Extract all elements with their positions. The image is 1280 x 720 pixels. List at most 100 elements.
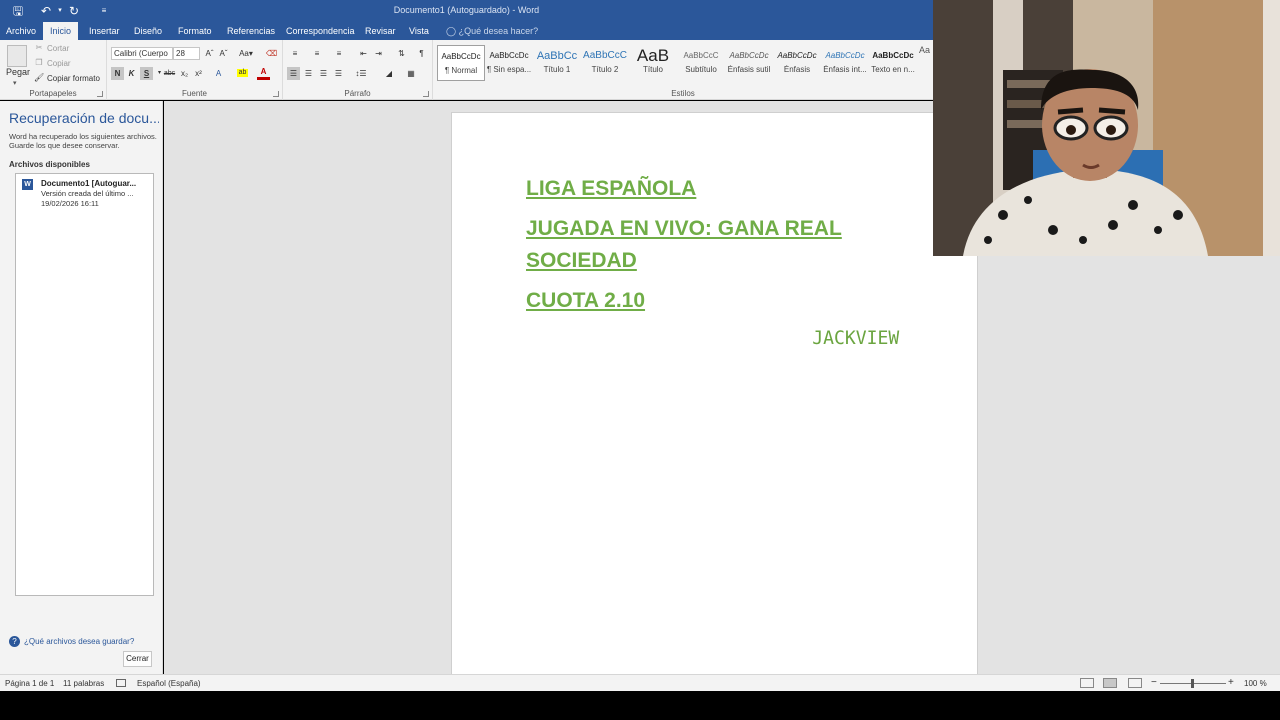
tab-vista[interactable]: Vista (403, 22, 435, 40)
which-files-help-link[interactable]: ? ¿Qué archivos desea guardar? (9, 636, 134, 647)
group-font: Calibri (Cuerpo 28 Aˆ Aˇ Aa▾ ⌫ N K S ▾ a… (107, 40, 283, 100)
tell-me-text: ¿Qué desea hacer? (458, 26, 539, 36)
sort-icon[interactable]: ⇅ (395, 47, 408, 60)
web-layout-icon[interactable] (1128, 678, 1142, 688)
tell-me-box[interactable]: ◯ ¿Qué desea hacer? (446, 22, 538, 40)
zoom-slider-thumb[interactable] (1191, 679, 1194, 688)
tab-referencias[interactable]: Referencias (221, 22, 281, 40)
font-launcher-icon[interactable] (273, 91, 279, 97)
tab-formato[interactable]: Formato (172, 22, 218, 40)
webcam-overlay (933, 0, 1280, 256)
zoom-in-button[interactable]: + (1228, 677, 1234, 688)
increase-indent-icon[interactable]: ⇥ (372, 47, 385, 60)
shading-icon[interactable]: ◢ (380, 67, 398, 80)
page-count[interactable]: Página 1 de 1 (5, 679, 54, 688)
title-bar: 🖫 ↶ ▾ ↻ ≡ Documento1 (Autoguardado) - Wo… (0, 0, 933, 22)
style-heading-2[interactable]: AaBbCcC Título 2 (581, 45, 629, 81)
document-line-2[interactable]: JUGADA EN VIVO: GANA REAL (526, 213, 842, 245)
proofing-icon[interactable] (116, 679, 126, 687)
numbering-icon[interactable]: ≡ (309, 47, 325, 60)
available-files-label: Archivos disponibles (9, 160, 90, 169)
copy-icon: ❐ (35, 58, 43, 67)
language-indicator[interactable]: Español (España) (137, 679, 201, 688)
copy-button[interactable]: ❐ Copiar (34, 58, 70, 68)
decrease-indent-icon[interactable]: ⇤ (357, 47, 370, 60)
bold-button[interactable]: N (111, 67, 124, 80)
subscript-icon[interactable]: x₂ (178, 67, 191, 80)
ribbon: Pegar ▾ ✂ Cortar ❐ Copiar 🖌 Copiar forma… (0, 40, 933, 100)
align-center-icon[interactable]: ☰ (302, 67, 315, 80)
paste-dropdown-icon[interactable]: ▾ (13, 79, 17, 87)
group-label-clipboard: Portapapeles (29, 89, 77, 98)
zoom-out-button[interactable]: − (1151, 677, 1157, 688)
style-no-spacing[interactable]: AaBbCcDc ¶ Sin espa... (485, 45, 533, 81)
pilcrow-icon[interactable]: ¶ (415, 47, 428, 60)
group-paragraph: ≡ ≡ ≡ ⇤ ⇥ ⇅ ¶ ☰ ☰ ☰ ☰ ↕☰ ◢ ▦ Párrafo (283, 40, 433, 100)
clear-formatting-icon[interactable]: ⌫ (265, 47, 278, 60)
italic-button[interactable]: K (125, 67, 138, 80)
document-line-1[interactable]: LIGA ESPAÑOLA (526, 173, 696, 205)
tab-correspondencia[interactable]: Correspondencia (280, 22, 361, 40)
style-title[interactable]: AaB Título (629, 45, 677, 81)
tab-revisar[interactable]: Revisar (359, 22, 402, 40)
font-color-icon[interactable]: A (257, 67, 270, 80)
style-subtle-emphasis[interactable]: AaBbCcDc Énfasis sutil (725, 45, 773, 81)
document-line-4[interactable]: CUOTA 2.10 (526, 285, 645, 317)
format-painter-button[interactable]: 🖌 Copiar formato (34, 73, 100, 83)
tab-diseno[interactable]: Diseño (128, 22, 168, 40)
paste-button[interactable]: Pegar (6, 67, 30, 77)
status-bar: Página 1 de 1 11 palabras Español (Españ… (0, 674, 1280, 691)
style-heading-1[interactable]: AaBbCc Título 1 (533, 45, 581, 81)
align-right-icon[interactable]: ☰ (317, 67, 330, 80)
style-subtitle[interactable]: AaBbCcC Subtítulo (677, 45, 725, 81)
tab-archivo[interactable]: Archivo (0, 22, 42, 40)
ribbon-tabs: Archivo Inicio Insertar Diseño Formato R… (0, 22, 933, 40)
close-recovery-button[interactable]: Cerrar (123, 651, 152, 667)
style-normal[interactable]: AaBbCcDc ¶ Normal (437, 45, 485, 81)
justify-icon[interactable]: ☰ (332, 67, 345, 80)
line-spacing-icon[interactable]: ↕☰ (352, 67, 370, 80)
recovered-file-date: 19/02/2026 16:11 (41, 199, 99, 208)
help-icon: ? (9, 636, 20, 647)
styles-overflow-sample[interactable]: Aa (919, 45, 933, 65)
font-name-input[interactable]: Calibri (Cuerpo (111, 47, 173, 60)
superscript-icon[interactable]: x² (192, 67, 205, 80)
webcam-person-image (933, 0, 1280, 256)
shrink-font-icon[interactable]: Aˇ (217, 47, 230, 60)
group-styles: AaBbCcDc ¶ Normal AaBbCcDc ¶ Sin espa...… (433, 40, 933, 100)
strikethrough-icon[interactable]: abc (163, 67, 176, 80)
style-strong[interactable]: AaBbCcDc Texto en n... (869, 45, 917, 81)
align-left-icon[interactable]: ☰ (287, 67, 300, 80)
recovered-file-version: Versión creada del último ... (41, 189, 134, 198)
underline-button[interactable]: S (140, 67, 153, 80)
document-line-3[interactable]: SOCIEDAD (526, 245, 637, 277)
borders-icon[interactable]: ▦ (402, 67, 420, 80)
clipboard-launcher-icon[interactable] (97, 91, 103, 97)
signature-watermark: JACKVIEW (812, 327, 900, 349)
scissors-icon: ✂ (35, 43, 43, 52)
text-effects-icon[interactable]: A (212, 67, 225, 80)
tab-inicio[interactable]: Inicio (43, 22, 79, 40)
document-page[interactable]: LIGA ESPAÑOLA JUGADA EN VIVO: GANA REAL … (451, 112, 978, 678)
paste-icon[interactable] (7, 45, 27, 67)
multilevel-list-icon[interactable]: ≡ (331, 47, 347, 60)
paragraph-launcher-icon[interactable] (423, 91, 429, 97)
tab-insertar[interactable]: Insertar (83, 22, 126, 40)
zoom-level[interactable]: 100 % (1244, 679, 1267, 688)
grow-font-icon[interactable]: Aˆ (203, 47, 216, 60)
style-emphasis[interactable]: AaBbCcDc Énfasis (773, 45, 821, 81)
cut-button[interactable]: ✂ Cortar (34, 43, 70, 53)
style-intense-emphasis[interactable]: AaBbCcDc Énfasis int... (821, 45, 869, 81)
print-layout-icon[interactable] (1103, 678, 1117, 688)
recovered-files-list: W Documento1 [Autoguar... Versión creada… (15, 173, 154, 596)
read-mode-icon[interactable] (1080, 678, 1094, 688)
change-case-icon[interactable]: Aa▾ (237, 47, 255, 60)
recovery-title: Recuperación de docu... (9, 110, 159, 126)
lightbulb-icon: ◯ (446, 26, 457, 36)
bullets-icon[interactable]: ≡ (287, 47, 303, 60)
font-size-input[interactable]: 28 (173, 47, 200, 60)
highlight-color-icon[interactable]: ab (237, 69, 248, 77)
group-label-paragraph: Párrafo (344, 89, 371, 98)
word-count[interactable]: 11 palabras (63, 679, 104, 688)
group-label-font: Fuente (182, 89, 207, 98)
